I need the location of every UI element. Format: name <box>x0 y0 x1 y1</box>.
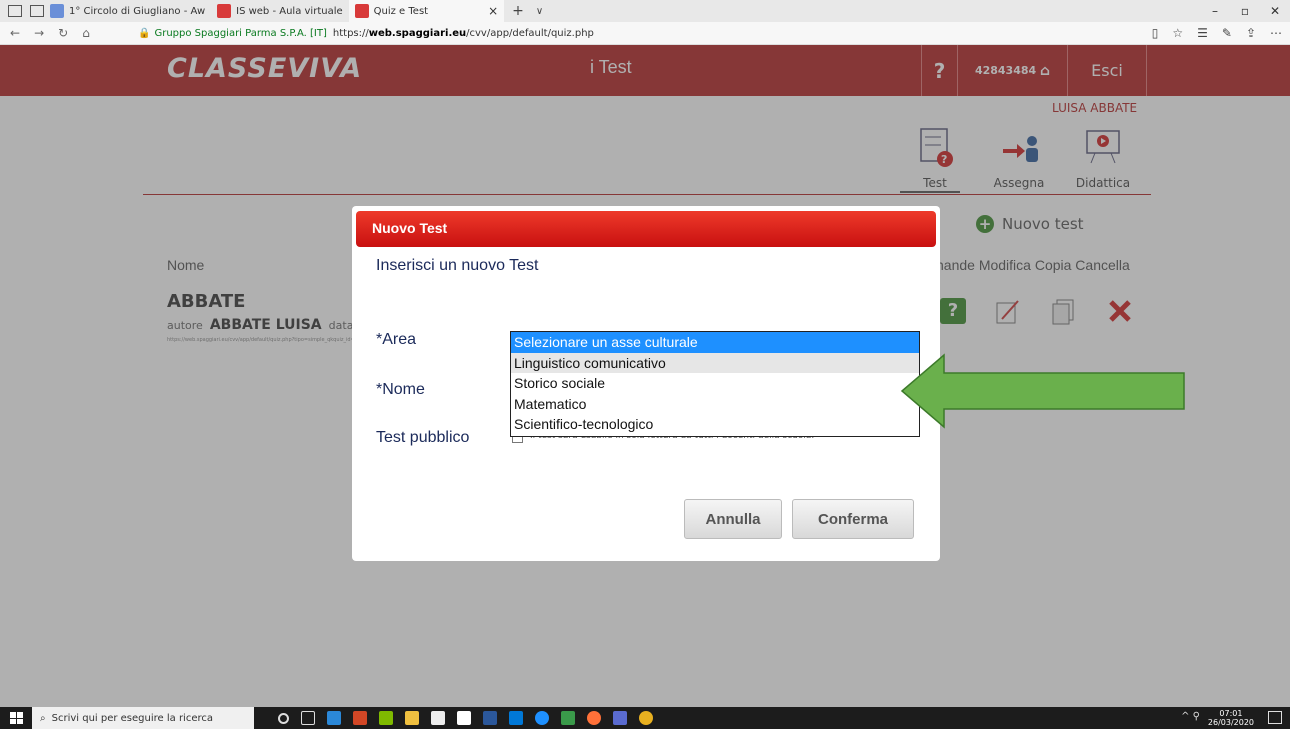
cancel-button[interactable]: Annulla <box>684 499 782 539</box>
file-explorer-icon[interactable] <box>405 711 419 725</box>
clock-time: 07:01 <box>1219 709 1243 718</box>
url-domain: web.spaggiari.eu <box>368 27 467 39</box>
dropdown-option[interactable]: Storico sociale <box>511 373 919 394</box>
green-arrow-icon <box>900 353 1185 429</box>
store-icon[interactable] <box>431 711 445 725</box>
lock-icon: 🔒 <box>138 27 151 39</box>
favorites-icon[interactable]: ☰ <box>1197 26 1208 40</box>
close-window-button[interactable]: ✕ <box>1260 4 1290 18</box>
tab-label: IS web - Aula virtuale <box>236 5 343 17</box>
url-path: /cvv/app/default/quiz.php <box>466 27 594 39</box>
dropdown-option[interactable]: Matematico <box>511 394 919 415</box>
home-icon[interactable]: ⌂ <box>82 26 90 40</box>
site-identity[interactable]: Gruppo Spaggiari Parma S.P.A. [IT] <box>154 28 326 39</box>
tab-circolo[interactable]: 1° Circolo di Giugliano - Aw <box>44 0 211 22</box>
tab-favicon-icon <box>50 4 64 18</box>
clock-date: 26/03/2020 <box>1207 718 1254 727</box>
dialog-subtitle: Inserisci un nuovo Test <box>376 257 539 274</box>
taskbar-search[interactable]: ⌕ Scrivi qui per eseguire la ricerca <box>32 707 254 729</box>
task-view-icon[interactable] <box>301 711 315 725</box>
window-controls: – ▫ ✕ <box>1200 0 1290 22</box>
address-bar: ← → ↻ ⌂ 🔒 Gruppo Spaggiari Parma S.P.A. … <box>0 22 1290 45</box>
favorite-star-icon[interactable]: ☆ <box>1172 26 1183 40</box>
system-tray[interactable]: ^ ⚲ <box>1181 711 1200 722</box>
tab-isweb[interactable]: IS web - Aula virtuale <box>211 0 349 22</box>
web-page: CLASSEVIVA i Test ? 42843484 ⌂ Esci LUIS… <box>0 45 1290 707</box>
dropdown-option[interactable]: Scientifico-tecnologico <box>511 414 919 435</box>
powerpoint-icon[interactable] <box>353 711 367 725</box>
confirm-button[interactable]: Conferma <box>792 499 914 539</box>
tab-list-chevron-icon[interactable]: ∨ <box>536 6 543 17</box>
clock[interactable]: 07:01 26/03/2020 <box>1208 709 1254 727</box>
area-dropdown[interactable]: Selezionare un asse culturale Linguistic… <box>510 331 920 437</box>
close-tab-icon[interactable]: × <box>488 4 498 18</box>
search-placeholder: Scrivi qui per eseguire la ricerca <box>51 712 213 724</box>
url-prefix: https:// <box>332 27 369 39</box>
browser-tab-bar: 1° Circolo di Giugliano - Aw IS web - Au… <box>0 0 1290 22</box>
tab-label: Quiz e Test <box>373 5 429 17</box>
reading-view-icon[interactable]: ▯ <box>1152 26 1159 40</box>
chrome-icon[interactable] <box>639 711 653 725</box>
maximize-button[interactable]: ▫ <box>1230 4 1260 18</box>
windows-start-icon[interactable] <box>10 712 24 724</box>
notifications-icon[interactable] <box>1268 711 1282 724</box>
new-tab-button[interactable]: + <box>512 3 524 19</box>
dropdown-option[interactable]: Selezionare un asse culturale <box>511 332 919 353</box>
taskbar-apps <box>278 711 653 725</box>
app-icon[interactable] <box>561 711 575 725</box>
minimize-button[interactable]: – <box>1200 4 1230 18</box>
forward-icon[interactable]: → <box>34 26 44 40</box>
firefox-icon[interactable] <box>587 711 601 725</box>
app-icon[interactable] <box>379 711 393 725</box>
word-icon[interactable] <box>483 711 497 725</box>
area-label: *Area <box>376 331 417 348</box>
dropdown-option[interactable]: Linguistico comunicativo <box>511 352 919 373</box>
tab-quiz[interactable]: Quiz e Test × <box>348 0 505 22</box>
search-icon: ⌕ <box>40 712 46 724</box>
nav-buttons: ← → ↻ ⌂ <box>10 26 130 40</box>
document-icon[interactable] <box>457 711 471 725</box>
app-icon[interactable] <box>613 711 627 725</box>
url-field[interactable]: https://web.spaggiari.eu/cvv/app/default… <box>333 28 594 39</box>
windows-taskbar: ⌕ Scrivi qui per eseguire la ricerca ^ ⚲ … <box>0 707 1290 729</box>
tab-preview-icon[interactable] <box>30 5 44 17</box>
name-label: *Nome <box>376 381 425 398</box>
cortana-icon[interactable] <box>278 712 289 724</box>
browser-tools: ▯ ☆ ☰ ✎ ⇪ ⋯ <box>1152 26 1282 40</box>
edge-icon[interactable] <box>535 711 549 725</box>
pen-icon[interactable]: ✎ <box>1222 26 1232 40</box>
app-icon[interactable] <box>327 711 341 725</box>
tab-favicon-icon <box>217 4 232 18</box>
more-icon[interactable]: ⋯ <box>1270 26 1282 40</box>
skype-icon[interactable] <box>509 711 523 725</box>
tab-actions-icon[interactable] <box>8 5 22 17</box>
back-icon[interactable]: ← <box>10 26 20 40</box>
public-label: Test pubblico <box>376 429 470 446</box>
share-icon[interactable]: ⇪ <box>1246 26 1256 40</box>
dialog-header: Nuovo Test <box>356 211 936 247</box>
refresh-icon[interactable]: ↻ <box>58 26 68 40</box>
new-test-dialog: Nuovo Test Inserisci un nuovo Test *Area… <box>352 206 940 561</box>
tab-favicon-icon <box>354 4 369 18</box>
tab-label: 1° Circolo di Giugliano - Aw <box>69 5 206 17</box>
